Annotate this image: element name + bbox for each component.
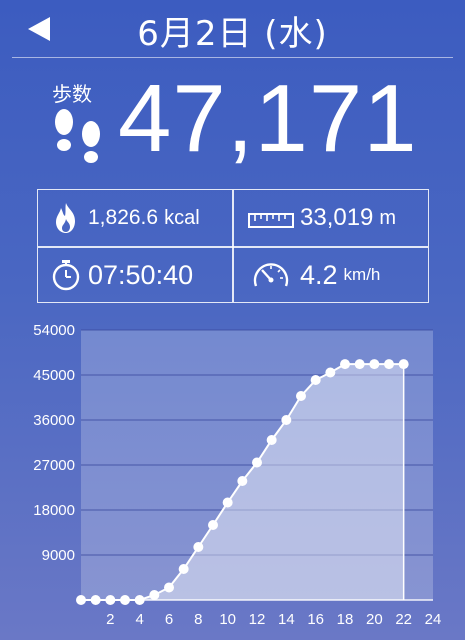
data-point — [310, 375, 321, 385]
data-point — [164, 582, 174, 593]
ruler-icon — [248, 213, 294, 228]
data-point — [296, 391, 306, 401]
x-tick-label: 6 — [165, 611, 173, 628]
data-point — [237, 476, 248, 486]
x-tick-label: 18 — [337, 611, 354, 628]
data-point — [325, 367, 336, 378]
speed-value: 4.2 — [300, 259, 338, 290]
header: 6月2日 (水) — [0, 0, 465, 58]
speed-unit: km/h — [343, 265, 381, 284]
data-point — [178, 564, 189, 574]
distance-unit: m — [379, 206, 397, 229]
x-tick-label: 2 — [106, 611, 114, 628]
duration-stat: 07:50:40 — [44, 247, 193, 303]
page-title: 6月2日 (水) — [137, 14, 328, 54]
data-point — [354, 359, 365, 370]
calories-unit: kcal — [164, 206, 200, 229]
duration-value: 07:50:40 — [88, 259, 194, 290]
x-tick-label: 20 — [366, 611, 383, 628]
x-tick-label: 12 — [249, 611, 266, 628]
data-point — [384, 359, 394, 370]
steps-count: 47,171 — [118, 65, 418, 172]
data-point — [222, 497, 233, 508]
speedometer-icon — [253, 263, 289, 287]
y-tick-label: 54000 — [33, 322, 75, 339]
speed-stat: 4.2 km/h — [242, 247, 380, 303]
data-point — [252, 457, 262, 468]
data-point — [369, 359, 380, 370]
stopwatch-icon — [52, 260, 80, 291]
data-point — [90, 595, 101, 605]
x-tick-label: 16 — [307, 611, 324, 628]
stats-grid: 1,826.6 kcal 33,019 m 07:50:40 4.2 km/h — [37, 189, 429, 303]
y-tick-label: 27000 — [33, 457, 75, 474]
data-point — [120, 595, 130, 605]
data-point — [208, 520, 218, 530]
distance-value: 33,019 — [300, 204, 374, 231]
x-tick-label: 22 — [395, 611, 412, 628]
y-tick-label: 36000 — [33, 412, 75, 429]
header-divider — [12, 57, 453, 58]
data-point — [134, 595, 145, 605]
data-point — [149, 590, 160, 600]
x-tick-label: 10 — [219, 611, 236, 628]
steps-chart: 900018000270003600045000540002 4 6 8 10 12 14 1… — [33, 322, 442, 628]
y-tick-label: 45000 — [33, 367, 75, 384]
data-point — [105, 595, 116, 605]
x-tick-label: 4 — [135, 611, 143, 628]
data-point — [281, 415, 292, 425]
data-point — [266, 435, 277, 445]
x-tick-label: 24 — [425, 611, 442, 628]
data-point — [398, 359, 409, 370]
flame-icon — [56, 203, 75, 233]
x-tick-label: 14 — [278, 611, 295, 628]
data-point — [76, 595, 86, 605]
data-point — [340, 359, 350, 370]
calories-value: 1,826.6 — [88, 206, 159, 229]
y-tick-label: 18000 — [33, 502, 75, 519]
calories-stat: 1,826.6 kcal — [44, 190, 200, 246]
data-point — [193, 542, 204, 552]
y-tick-label: 9000 — [42, 547, 75, 564]
footprints-icon — [55, 109, 100, 163]
distance-stat: 33,019 m — [242, 190, 396, 246]
x-tick-label: 8 — [194, 611, 202, 628]
steps-label: 歩数 — [52, 82, 92, 106]
